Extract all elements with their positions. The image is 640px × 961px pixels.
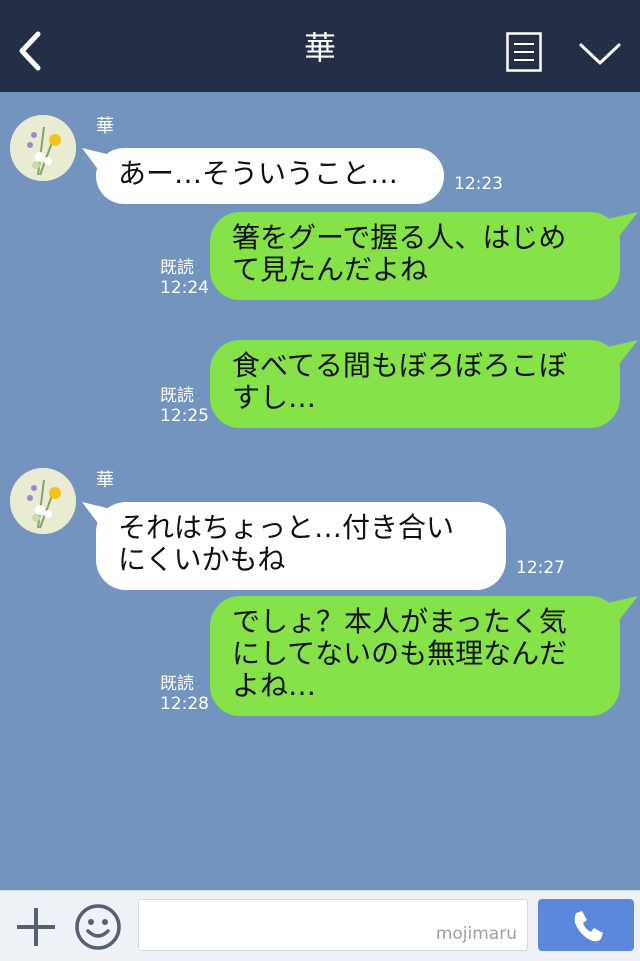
chat-header: 華 bbox=[0, 0, 640, 92]
flower-avatar-icon bbox=[10, 115, 76, 181]
message-line: にくいかもね bbox=[118, 543, 286, 576]
watermark-text: mojimaru bbox=[435, 924, 517, 944]
chevron-down-icon bbox=[579, 43, 621, 65]
message-time: 12:27 bbox=[516, 558, 565, 578]
message-line: 食べてる間もぼろぼろこぼ bbox=[232, 349, 567, 382]
message-line: でしょ？本人がまったく気 bbox=[232, 605, 567, 638]
message-bubble-outgoing[interactable]: 箸をグーで握る人、はじめ て見たんだよね bbox=[210, 212, 620, 300]
message-time: 12:28 bbox=[160, 694, 209, 714]
message-line: それはちょっと…付き合い bbox=[118, 511, 455, 544]
message-time: 12:23 bbox=[454, 174, 503, 194]
avatar[interactable] bbox=[10, 468, 76, 534]
collapse-button[interactable] bbox=[578, 40, 622, 68]
plus-icon bbox=[17, 908, 55, 946]
smiley-icon bbox=[75, 904, 121, 950]
avatar[interactable] bbox=[10, 115, 76, 181]
message-line: 箸をグーで握る人、はじめ bbox=[232, 221, 567, 254]
chat-title: 華 bbox=[303, 29, 336, 67]
message-list[interactable]: 華 あー…そういうこと… 12:23 既読 12:24 箸をグーで握る人、はじめ… bbox=[0, 92, 640, 890]
message-bubble-outgoing[interactable]: 食べてる間もぼろぼろこぼ すし… bbox=[210, 340, 620, 428]
add-button[interactable] bbox=[14, 905, 58, 949]
message-line: よね… bbox=[232, 669, 317, 702]
message-bubble-incoming[interactable]: それはちょっと…付き合い にくいかもね bbox=[96, 502, 506, 590]
call-button[interactable] bbox=[538, 899, 634, 951]
read-status: 既読 bbox=[160, 674, 194, 694]
message-input[interactable]: mojimaru bbox=[138, 899, 528, 951]
emoji-button[interactable] bbox=[74, 903, 122, 951]
message-line: て見たんだよね bbox=[232, 253, 429, 286]
message-line: にしてないのも無理なんだ bbox=[232, 637, 568, 670]
message-bubble-outgoing[interactable]: でしょ？本人がまったく気 にしてないのも無理なんだ よね… bbox=[210, 596, 620, 716]
sender-name: 華 bbox=[96, 470, 114, 491]
menu-icon bbox=[506, 32, 542, 72]
phone-icon bbox=[574, 911, 603, 942]
read-status: 既読 bbox=[160, 258, 194, 278]
message-time: 12:25 bbox=[160, 406, 209, 426]
menu-button[interactable] bbox=[506, 32, 542, 72]
message-line: あー…そういうこと… bbox=[118, 157, 399, 190]
input-bar: mojimaru bbox=[0, 890, 640, 961]
read-status: 既読 bbox=[160, 386, 194, 406]
flower-avatar-icon bbox=[10, 468, 76, 534]
message-line: すし… bbox=[232, 381, 317, 414]
sender-name: 華 bbox=[96, 116, 114, 137]
message-bubble-incoming[interactable]: あー…そういうこと… bbox=[96, 148, 444, 204]
message-time: 12:24 bbox=[160, 278, 209, 298]
